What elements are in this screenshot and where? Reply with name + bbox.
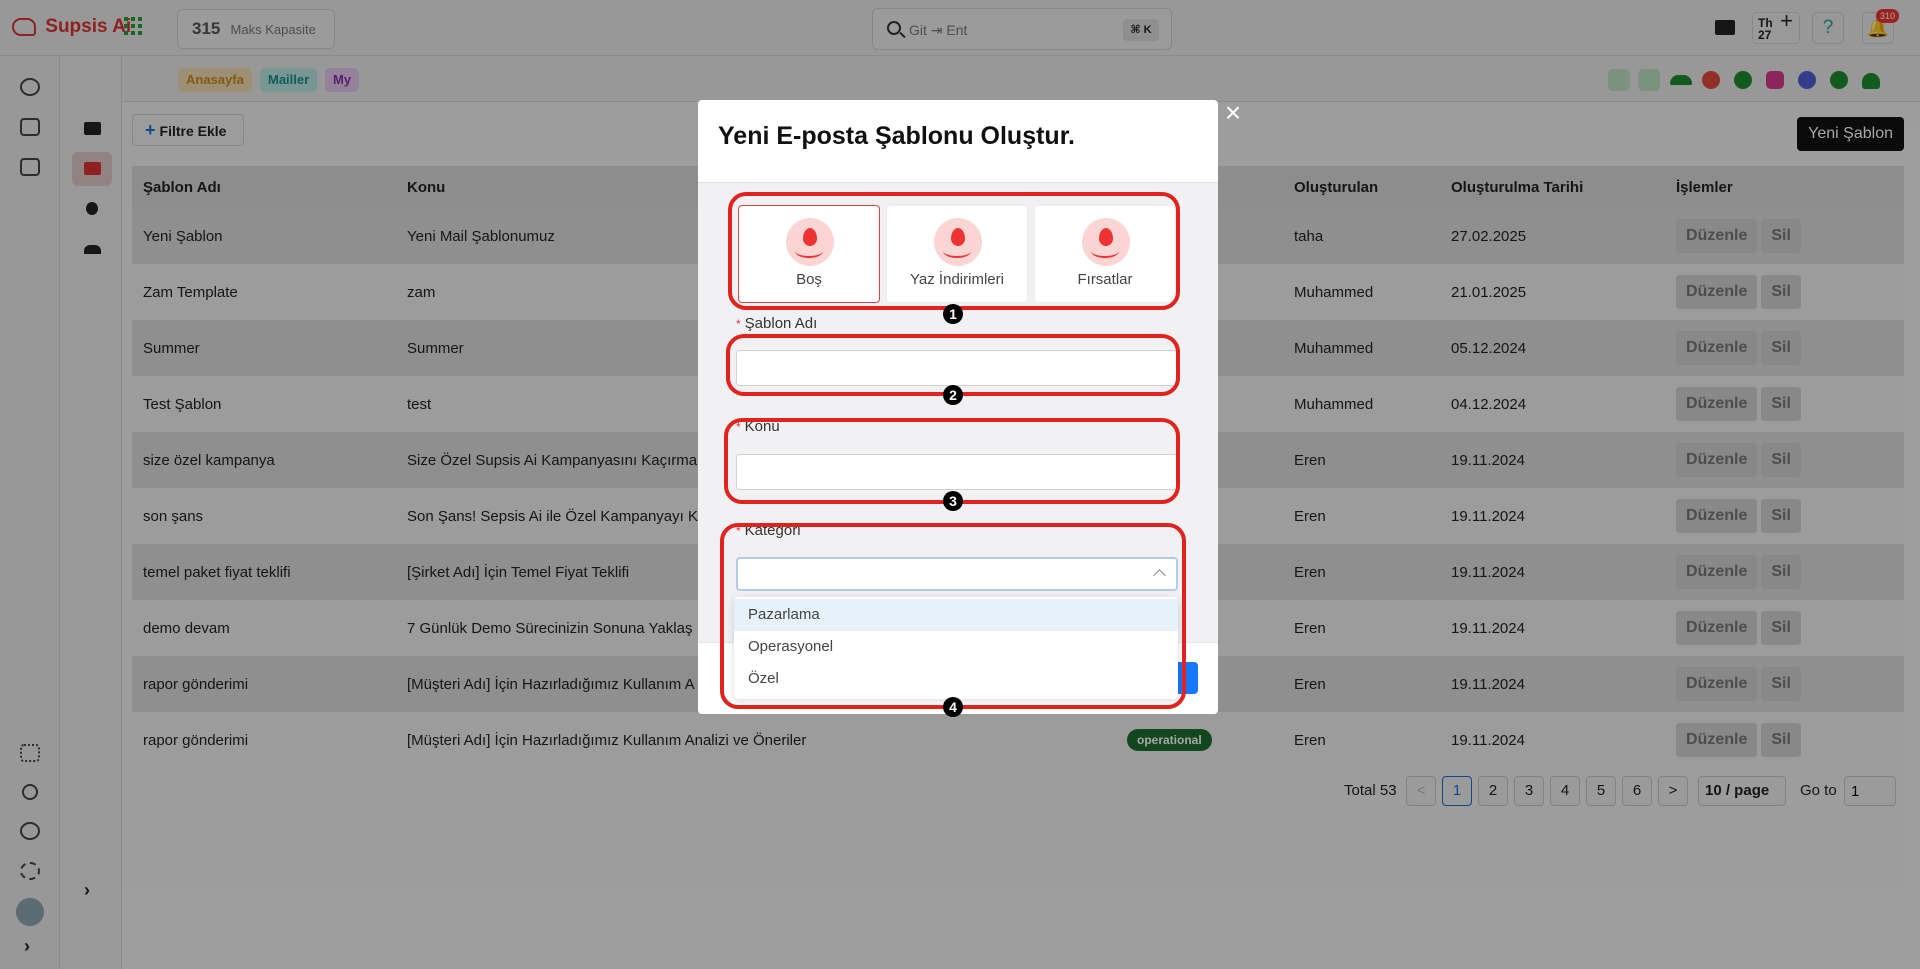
modal-close-button[interactable]: × [1222, 99, 1244, 127]
annotation-box-1 [728, 192, 1180, 310]
template-name-label: * Şablon Adı [736, 315, 817, 332]
template-name-label-text: Şablon Adı [744, 315, 818, 332]
annotation-marker: 2 [943, 385, 963, 405]
required-mark: * [736, 317, 741, 331]
app-window: Supsis Ai 315 Maks Kapasite ⌘ K Th 27 + … [0, 0, 1920, 969]
annotation-marker: 4 [943, 697, 963, 717]
annotation-marker: 3 [943, 491, 963, 511]
annotation-marker: 1 [943, 304, 963, 324]
modal-title: Yeni E-posta Şablonu Oluştur. [718, 122, 1075, 150]
annotation-box-4 [720, 523, 1186, 709]
